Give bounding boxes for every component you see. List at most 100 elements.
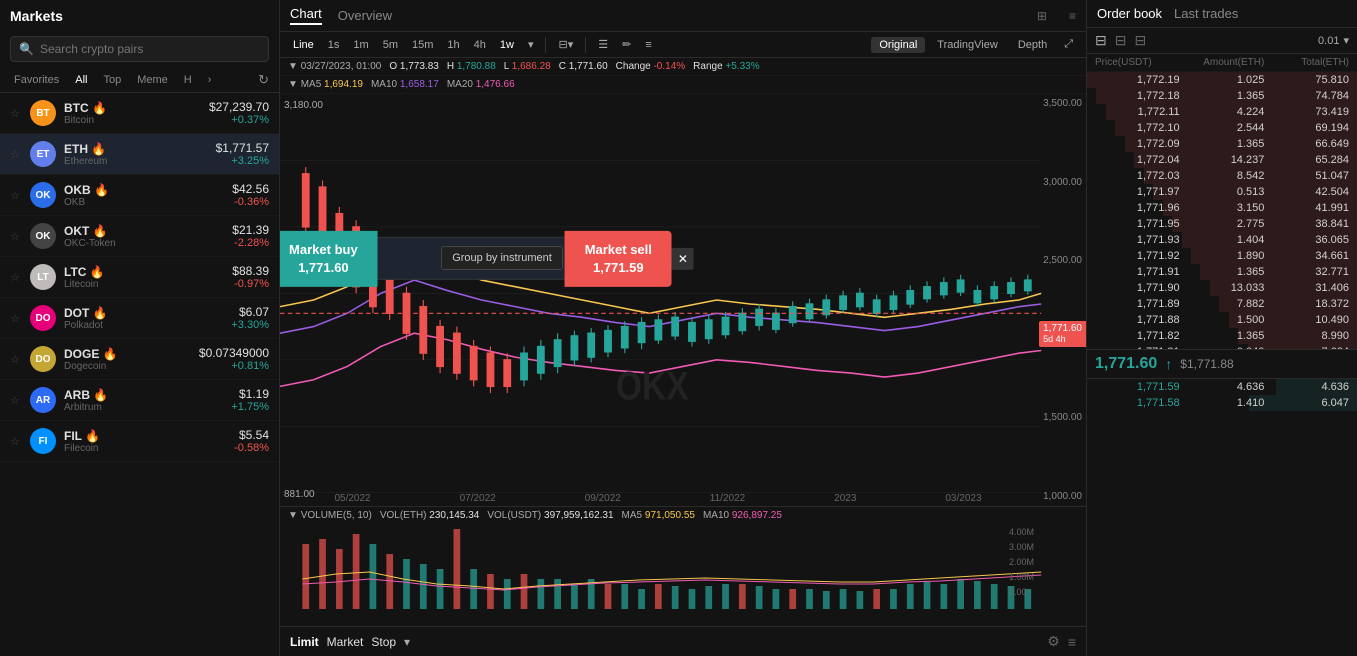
ask-amount-4: 1.365 bbox=[1180, 138, 1265, 150]
ask-row-17[interactable]: 1,771.81 0.040 7.624 bbox=[1087, 344, 1357, 349]
filter-tab-meme[interactable]: Meme bbox=[133, 72, 172, 88]
ask-price-11: 1,771.92 bbox=[1095, 250, 1180, 262]
widget-close-button[interactable]: ✕ bbox=[672, 248, 694, 270]
ob-precision-select[interactable]: 0.01 ▾ bbox=[1318, 34, 1349, 47]
ask-row-9[interactable]: 1,771.95 2.775 38.841 bbox=[1087, 216, 1357, 232]
ob-col-amount: Amount(ETH) bbox=[1180, 57, 1265, 68]
star-fil[interactable]: ☆ bbox=[10, 435, 22, 448]
ob-tab-orderbook[interactable]: Order book bbox=[1097, 6, 1162, 21]
order-limit[interactable]: Limit bbox=[290, 635, 319, 649]
mode-tradingview[interactable]: TradingView bbox=[929, 37, 1006, 53]
order-market[interactable]: Market bbox=[327, 635, 364, 649]
bid-row-1[interactable]: 1,771.58 1.410 6.047 bbox=[1087, 395, 1357, 411]
search-input[interactable] bbox=[40, 42, 260, 56]
ask-row-0[interactable]: 1,772.19 1.025 75.810 bbox=[1087, 72, 1357, 88]
tf-line[interactable]: Line bbox=[288, 37, 319, 53]
ask-row-14[interactable]: 1,771.89 7.882 18.372 bbox=[1087, 296, 1357, 312]
tf-1m[interactable]: 1m bbox=[348, 37, 373, 53]
star-doge[interactable]: ☆ bbox=[10, 353, 22, 366]
ask-price-12: 1,771.91 bbox=[1095, 266, 1180, 278]
ask-row-1[interactable]: 1,772.18 1.365 74.784 bbox=[1087, 88, 1357, 104]
tf-1h[interactable]: 1h bbox=[442, 37, 464, 53]
star-dot[interactable]: ☆ bbox=[10, 312, 22, 325]
tab-chart[interactable]: Chart bbox=[290, 6, 322, 25]
coin-item-fil[interactable]: ☆ FI FIL 🔥 Filecoin $5.54 -0.58% bbox=[0, 421, 279, 462]
chart-toolbar: Line 1s 1m 5m 15m 1h 4h 1w ▾ ⊟▾ ☰ ✏ ≡ Or… bbox=[280, 32, 1086, 58]
coin-item-okt[interactable]: ☆ OK OKT 🔥 OKC-Token $21.39 -2.28% bbox=[0, 216, 279, 257]
coin-info-okt: OKT 🔥 OKC-Token bbox=[64, 224, 224, 249]
mode-original[interactable]: Original bbox=[871, 37, 925, 53]
ask-row-8[interactable]: 1,771.96 3.150 41.991 bbox=[1087, 200, 1357, 216]
ask-amount-7: 0.513 bbox=[1180, 186, 1265, 198]
tf-15m[interactable]: 15m bbox=[407, 37, 438, 53]
candle-icon[interactable]: ⊟▾ bbox=[553, 36, 578, 53]
coin-item-arb[interactable]: ☆ AR ARB 🔥 Arbitrum $1.19 +1.75% bbox=[0, 380, 279, 421]
star-eth[interactable]: ☆ bbox=[10, 148, 22, 161]
market-buy-button[interactable]: Market buy 1,771.60 bbox=[280, 231, 378, 287]
filter-tab-top[interactable]: Top bbox=[99, 72, 125, 88]
filter-tab-favorites[interactable]: Favorites bbox=[10, 72, 63, 88]
coin-item-doge[interactable]: ☆ DO DOGE 🔥 Dogecoin $0.07349000 +0.81% bbox=[0, 339, 279, 380]
bottom-list-icon[interactable]: ≡ bbox=[1068, 634, 1076, 650]
mode-depth[interactable]: Depth bbox=[1010, 37, 1055, 53]
ask-row-2[interactable]: 1,772.11 4.224 73.419 bbox=[1087, 104, 1357, 120]
coin-item-ltc[interactable]: ☆ LT LTC 🔥 Litecoin $88.39 -0.97% bbox=[0, 257, 279, 298]
indicator-icon[interactable]: ☰ bbox=[593, 36, 613, 53]
coin-item-dot[interactable]: ☆ DO DOT 🔥 Polkadot $6.07 +3.30% bbox=[0, 298, 279, 339]
chart-settings-icon[interactable]: ≡ bbox=[1069, 9, 1076, 23]
tab-overview[interactable]: Overview bbox=[338, 8, 392, 23]
ask-row-12[interactable]: 1,771.91 1.365 32.771 bbox=[1087, 264, 1357, 280]
coin-item-okb[interactable]: ☆ OK OKB 🔥 OKB $42.56 -0.36% bbox=[0, 175, 279, 216]
filter-tab-more[interactable]: H bbox=[180, 72, 196, 88]
fullscreen-icon[interactable]: ⤢ bbox=[1059, 36, 1078, 53]
bid-row-0[interactable]: 1,771.59 4.636 4.636 bbox=[1087, 379, 1357, 395]
order-type-dropdown[interactable]: ▾ bbox=[404, 635, 410, 649]
market-sell-button[interactable]: Market sell 1,771.59 bbox=[565, 231, 672, 287]
coin-price-wrap-ltc: $88.39 -0.97% bbox=[232, 264, 269, 290]
star-ltc[interactable]: ☆ bbox=[10, 271, 22, 284]
star-okb[interactable]: ☆ bbox=[10, 189, 22, 202]
order-stop[interactable]: Stop bbox=[371, 635, 396, 649]
coin-item-eth[interactable]: ☆ ET ETH 🔥 Ethereum $1,771.57 +3.25% bbox=[0, 134, 279, 175]
settings-icon[interactable]: ≡ bbox=[640, 37, 656, 53]
ask-row-15[interactable]: 1,771.88 1.500 10.490 bbox=[1087, 312, 1357, 328]
coin-item-btc[interactable]: ☆ BT BTC 🔥 Bitcoin $27,239.70 +0.37% bbox=[0, 93, 279, 134]
vol-scale: 4.00M 3.00M 2.00M 1.00M 0.00 bbox=[1009, 527, 1034, 597]
coin-fullname-eth: Ethereum bbox=[64, 156, 208, 167]
star-arb[interactable]: ☆ bbox=[10, 394, 22, 407]
ask-row-6[interactable]: 1,772.03 8.542 51.047 bbox=[1087, 168, 1357, 184]
ask-total-14: 18.372 bbox=[1264, 298, 1349, 310]
ob-view-bids[interactable]: ⊟ bbox=[1134, 32, 1146, 49]
ask-row-13[interactable]: 1,771.90 13.033 31.406 bbox=[1087, 280, 1357, 296]
tf-1w[interactable]: 1w bbox=[495, 37, 519, 53]
tf-dropdown[interactable]: ▾ bbox=[523, 36, 539, 53]
ask-row-11[interactable]: 1,771.92 1.890 34.661 bbox=[1087, 248, 1357, 264]
ask-row-4[interactable]: 1,772.09 1.365 66.649 bbox=[1087, 136, 1357, 152]
ask-row-7[interactable]: 1,771.97 0.513 42.504 bbox=[1087, 184, 1357, 200]
ob-view-both[interactable]: ⊟ bbox=[1095, 32, 1107, 49]
order-book-panel: Order book Last trades ⊟ ⊟ ⊟ 0.01 ▾ Pric… bbox=[1087, 0, 1357, 656]
ob-tab-lasttrades[interactable]: Last trades bbox=[1174, 6, 1238, 21]
filter-tab-all[interactable]: All bbox=[71, 72, 91, 88]
ob-view-asks[interactable]: ⊟ bbox=[1115, 32, 1127, 49]
ask-row-16[interactable]: 1,771.82 1.365 8.990 bbox=[1087, 328, 1357, 344]
ask-row-3[interactable]: 1,772.10 2.544 69.194 bbox=[1087, 120, 1357, 136]
bottom-settings-icon[interactable]: ⚙ bbox=[1047, 633, 1060, 650]
chart-grid-icon[interactable]: ⊞ bbox=[1037, 9, 1047, 23]
star-okt[interactable]: ☆ bbox=[10, 230, 22, 243]
coin-symbol-okt: OKT 🔥 bbox=[64, 224, 224, 238]
chart-open: O 1,773.83 bbox=[389, 61, 439, 72]
ask-price-13: 1,771.90 bbox=[1095, 282, 1180, 294]
star-btc[interactable]: ☆ bbox=[10, 107, 22, 120]
ask-row-10[interactable]: 1,771.93 1.404 36.065 bbox=[1087, 232, 1357, 248]
ask-row-5[interactable]: 1,772.04 14.237 65.284 bbox=[1087, 152, 1357, 168]
draw-icon[interactable]: ✏ bbox=[617, 36, 636, 53]
tf-4h[interactable]: 4h bbox=[469, 37, 491, 53]
tf-1s[interactable]: 1s bbox=[323, 37, 345, 53]
filter-tab-arrow[interactable]: › bbox=[204, 72, 216, 88]
refresh-icon[interactable]: ↻ bbox=[258, 72, 269, 88]
tf-5m[interactable]: 5m bbox=[378, 37, 403, 53]
ob-header: Order book Last trades bbox=[1087, 0, 1357, 28]
date-0: 05/2022 bbox=[334, 493, 370, 504]
search-bar[interactable]: 🔍 bbox=[10, 36, 269, 62]
